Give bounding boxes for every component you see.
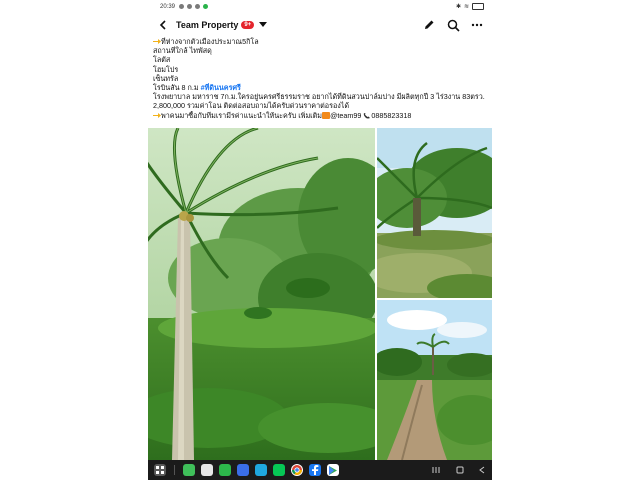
oil-palm-field-photo[interactable] <box>377 128 492 298</box>
app-drawer-icon[interactable] <box>154 464 166 476</box>
pointing-hand-icon <box>153 112 161 118</box>
recents-icon[interactable] <box>432 461 442 479</box>
post-line: โรงพยาบาล มหาราช 7ก.ม.ใครอยู่นครศรีธรรมร… <box>153 92 485 102</box>
notification-icon <box>187 4 193 9</box>
post-text: ที่ห่างจากตัวเมืองประมาณ5กิโล สถานที่ใกล… <box>153 37 489 120</box>
back-icon[interactable] <box>478 461 486 479</box>
status-time: 20:39 <box>160 3 176 10</box>
system-nav-keys <box>432 461 486 479</box>
line-app-icon[interactable] <box>219 464 231 476</box>
home-icon[interactable] <box>456 461 464 479</box>
phone-screen: 20:39 ✱ ≋ Team Property 9+ ที่ห่างจากตัว… <box>148 0 492 480</box>
notification-icon <box>195 4 201 9</box>
edit-icon[interactable] <box>422 18 436 32</box>
messages-app-icon[interactable] <box>255 464 267 476</box>
post-line: โฮมโปร <box>153 64 179 74</box>
post-line: เซ็นทรัล <box>153 73 179 83</box>
notification-icons <box>179 4 209 9</box>
coconut-palm-plantation-photo[interactable] <box>148 128 375 460</box>
post-line: พาคนมาซื้อกับทีมเรามีรค่าแนะนำให้นะครับ … <box>153 111 489 120</box>
more-icon[interactable] <box>470 18 484 32</box>
notification-badge: 9+ <box>241 21 255 29</box>
back-arrow-icon[interactable] <box>156 18 170 32</box>
post-line: ที่ห่างจากตัวเมืองประมาณ5กิโล <box>153 37 489 46</box>
dirt-road-land-photo[interactable] <box>377 300 492 460</box>
post-line: 2,800,000 รวมค่าโอน ติดต่อสอบถามได้ครับด… <box>153 101 350 111</box>
group-header: Team Property 9+ <box>148 13 492 37</box>
status-bar: 20:39 ✱ ≋ <box>148 0 492 13</box>
chat-app-icon[interactable] <box>273 464 285 476</box>
id-badge-icon <box>322 111 331 119</box>
phone-app-icon[interactable] <box>183 464 195 476</box>
camera-app-icon[interactable] <box>201 464 213 476</box>
android-nav-bar <box>148 460 492 480</box>
post-line: สถานที่ใกล้ ไทพัสดุ <box>153 46 212 56</box>
post-line: โรบินสัน 8 ก.ม #ที่ดินนครศรี <box>153 83 241 93</box>
nav-divider <box>174 465 175 475</box>
facebook-app-icon[interactable] <box>309 464 321 476</box>
header-actions <box>422 18 484 32</box>
line-app-icon <box>203 4 209 9</box>
hashtag-link[interactable]: #ที่ดินนครศรี <box>201 83 241 92</box>
status-right: ✱ ≋ <box>456 3 484 10</box>
post-line: โลตัส <box>153 55 171 65</box>
files-app-icon[interactable] <box>237 464 249 476</box>
notification-icon <box>179 4 185 9</box>
group-title[interactable]: Team Property <box>176 20 238 30</box>
bluetooth-icon: ✱ <box>455 4 461 10</box>
pointing-hand-icon <box>153 39 161 44</box>
search-icon[interactable] <box>446 18 460 32</box>
chrome-app-icon[interactable] <box>291 464 303 476</box>
wifi-icon: ≋ <box>463 4 469 10</box>
caret-down-icon[interactable] <box>258 20 268 30</box>
play-store-icon[interactable] <box>327 464 339 476</box>
battery-icon <box>472 3 484 10</box>
